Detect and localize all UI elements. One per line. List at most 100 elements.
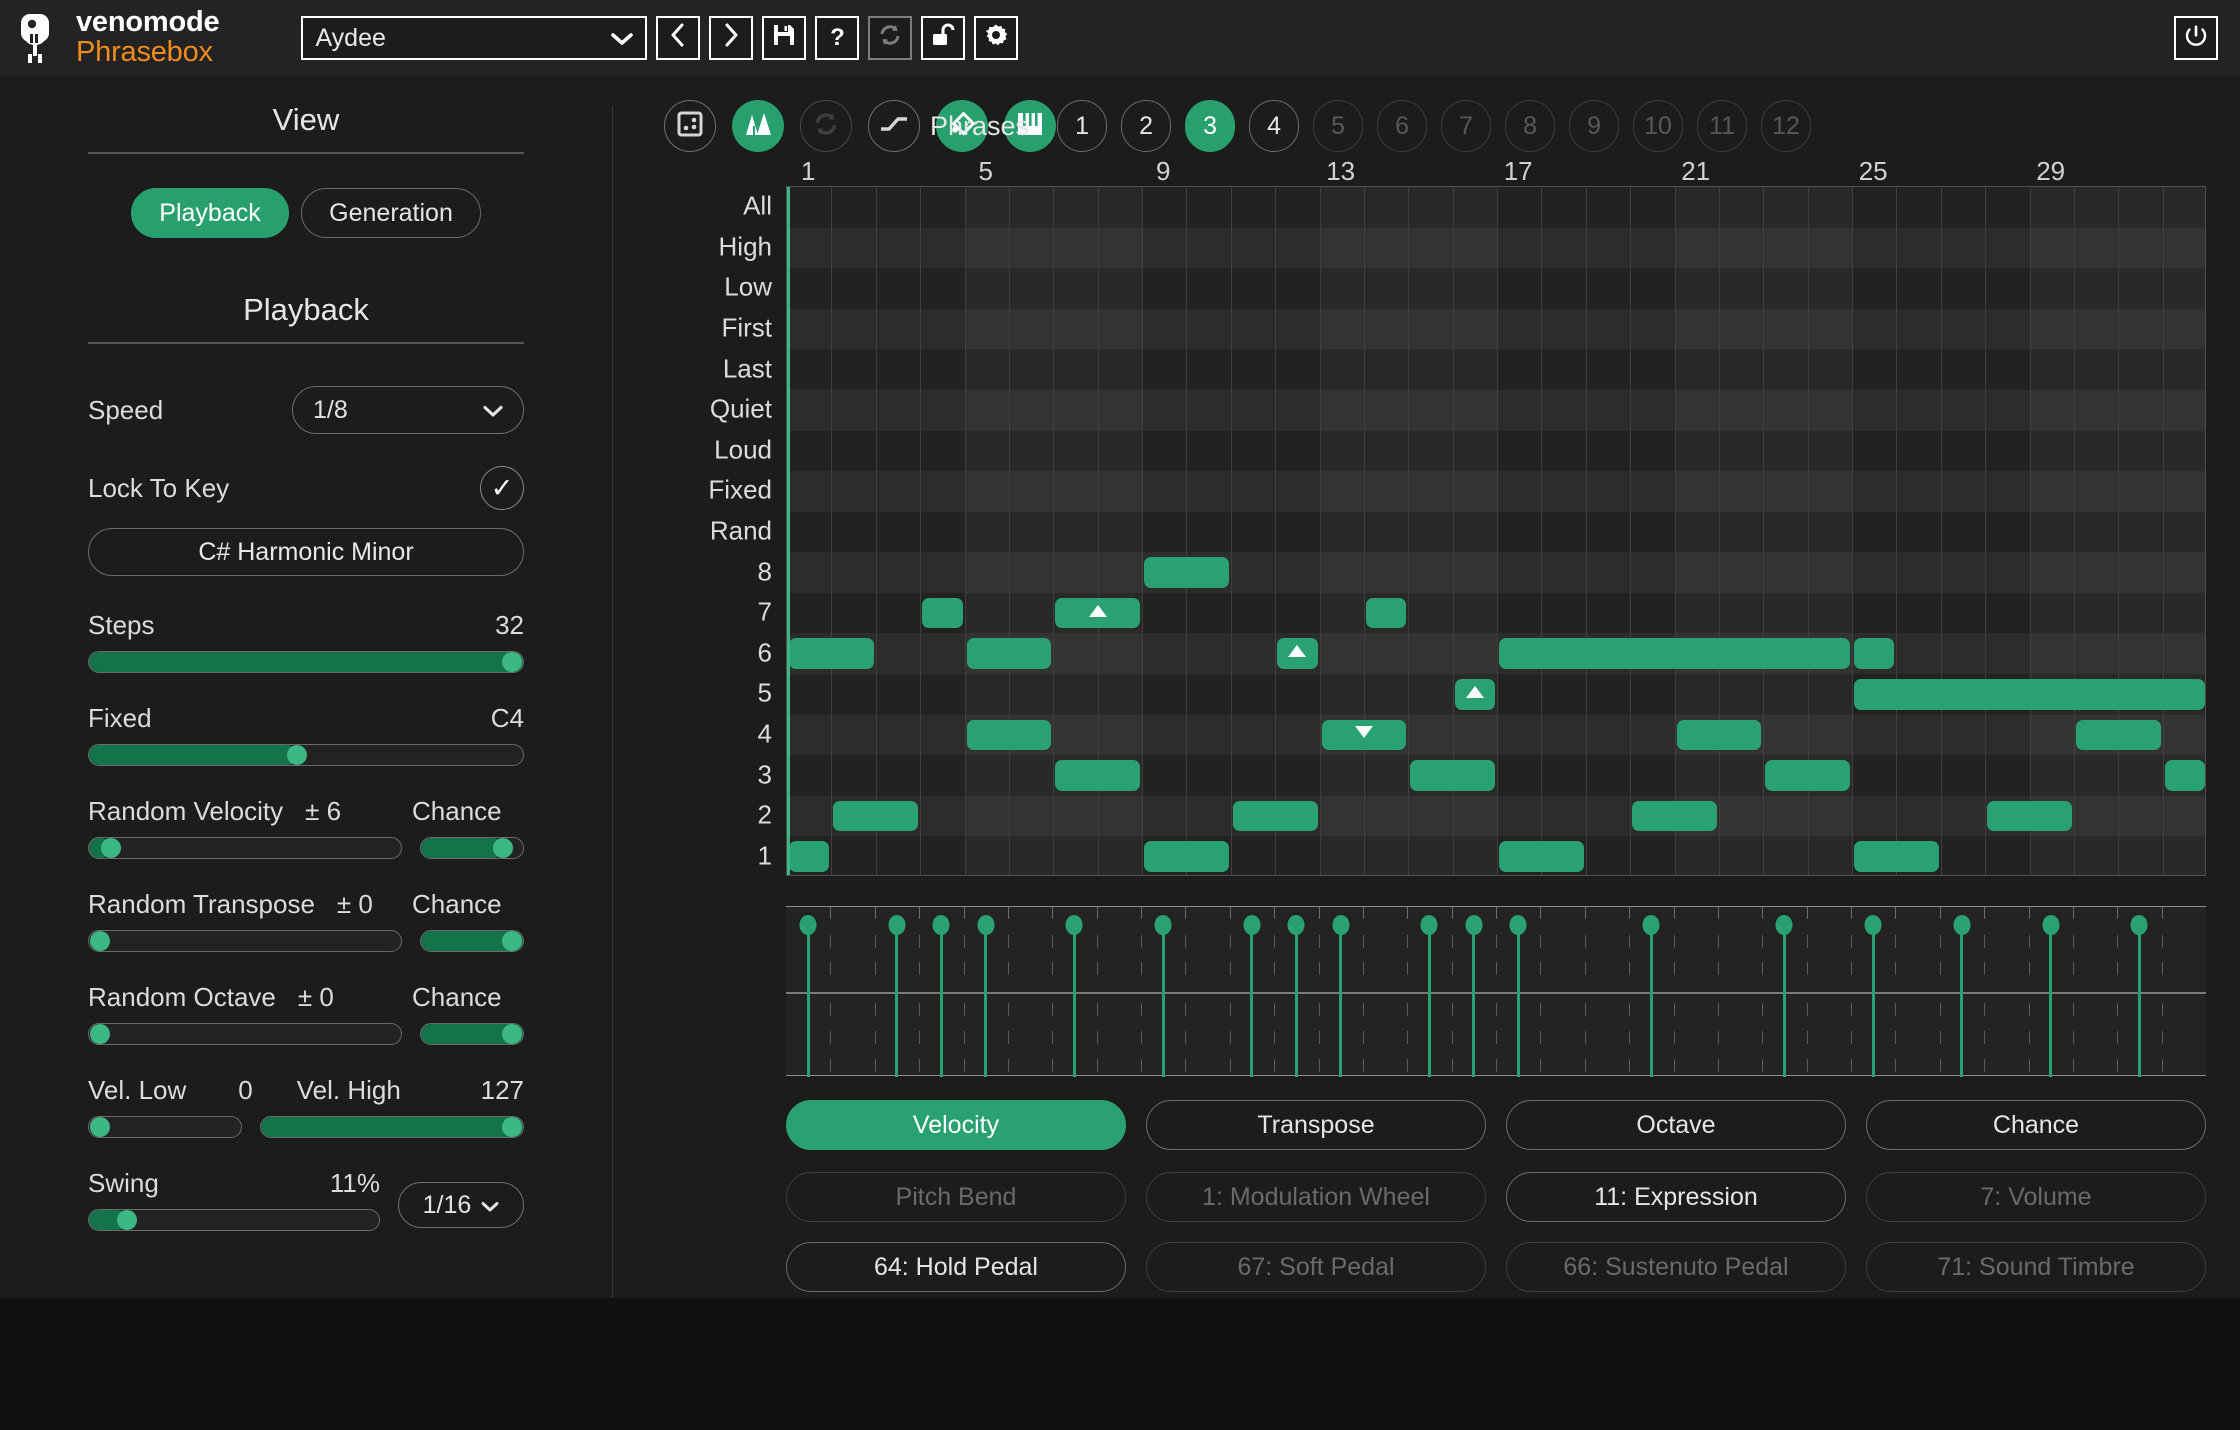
grid-note[interactable] — [1765, 760, 1850, 791]
random-velocity-slider[interactable] — [88, 837, 402, 859]
grid-note[interactable] — [1499, 638, 1850, 669]
grid-note[interactable] — [967, 720, 1052, 751]
velocity-stem[interactable] — [1428, 919, 1431, 1077]
cc-pitch-bend[interactable]: Pitch Bend — [786, 1172, 1126, 1222]
power-button[interactable] — [2174, 16, 2218, 60]
velocity-stem[interactable] — [2138, 919, 2141, 1077]
grid-note[interactable] — [1233, 801, 1318, 832]
random-velocity-chance-slider[interactable] — [420, 837, 524, 859]
grid-note[interactable] — [789, 638, 874, 669]
grid-note[interactable] — [1854, 679, 2205, 710]
grid-note[interactable] — [967, 638, 1052, 669]
save-preset-button[interactable] — [762, 16, 806, 60]
velocity-stem[interactable] — [984, 919, 987, 1077]
swing-slider[interactable] — [88, 1209, 380, 1231]
velocity-stem[interactable] — [1162, 919, 1165, 1077]
grid-note[interactable] — [1144, 841, 1229, 872]
velocity-stem[interactable] — [1517, 919, 1520, 1077]
phrase-button-7[interactable]: 7 — [1441, 100, 1491, 152]
velocity-stem[interactable] — [807, 919, 810, 1077]
grid-note[interactable] — [2076, 720, 2161, 751]
grid-note[interactable] — [1632, 801, 1717, 832]
lock-to-key-checkbox[interactable]: ✓ — [480, 466, 524, 510]
help-button[interactable]: ? — [815, 16, 859, 60]
velocity-stem[interactable] — [1339, 919, 1342, 1077]
velocity-stem-head[interactable] — [1332, 915, 1349, 935]
grid-note[interactable] — [1277, 638, 1317, 669]
velocity-stem-head[interactable] — [1243, 915, 1260, 935]
grid-note[interactable] — [1677, 720, 1762, 751]
phrase-button-8[interactable]: 8 — [1505, 100, 1555, 152]
velocity-stem-head[interactable] — [2042, 915, 2059, 935]
velocity-stem[interactable] — [2049, 919, 2052, 1077]
velocity-stem[interactable] — [1960, 919, 1963, 1077]
velocity-stem-head[interactable] — [800, 915, 817, 935]
lane-tab-octave[interactable]: Octave — [1506, 1100, 1846, 1150]
velocity-stem[interactable] — [940, 919, 943, 1077]
phrase-button-12[interactable]: 12 — [1761, 100, 1811, 152]
grid-note[interactable] — [1854, 638, 1894, 669]
lane-tab-velocity[interactable]: Velocity — [786, 1100, 1126, 1150]
phrase-button-1[interactable]: 1 — [1057, 100, 1107, 152]
sync-button[interactable] — [800, 100, 852, 152]
grid-note[interactable] — [1455, 679, 1495, 710]
tab-generation[interactable]: Generation — [301, 188, 481, 238]
grid-note[interactable] — [1055, 598, 1140, 629]
random-octave-chance-slider[interactable] — [420, 1023, 524, 1045]
cc-volume[interactable]: 7: Volume — [1866, 1172, 2206, 1222]
generate-peaks-button[interactable] — [732, 100, 784, 152]
velocity-stem[interactable] — [1073, 919, 1076, 1077]
key-selector-button[interactable]: C# Harmonic Minor — [88, 528, 524, 576]
grid-note[interactable] — [1322, 720, 1407, 751]
fixed-slider[interactable] — [88, 744, 524, 766]
cc-sustenuto-pedal[interactable]: 66: Sustenuto Pedal — [1506, 1242, 1846, 1292]
velocity-stem[interactable] — [895, 919, 898, 1077]
velocity-stem-head[interactable] — [888, 915, 905, 935]
phrase-button-5[interactable]: 5 — [1313, 100, 1363, 152]
vel-high-slider[interactable] — [260, 1116, 524, 1138]
velocity-stem-head[interactable] — [977, 915, 994, 935]
phrase-button-11[interactable]: 11 — [1697, 100, 1747, 152]
prev-preset-button[interactable] — [656, 16, 700, 60]
velocity-stem-head[interactable] — [1465, 915, 1482, 935]
velocity-stem-head[interactable] — [1066, 915, 1083, 935]
grid-note[interactable] — [922, 598, 962, 629]
velocity-stem[interactable] — [1250, 919, 1253, 1077]
phrase-button-2[interactable]: 2 — [1121, 100, 1171, 152]
velocity-lane[interactable] — [786, 906, 2206, 1076]
next-preset-button[interactable] — [709, 16, 753, 60]
velocity-stem[interactable] — [1650, 919, 1653, 1077]
grid-note[interactable] — [833, 801, 918, 832]
velocity-stem-head[interactable] — [2131, 915, 2148, 935]
grid-note[interactable] — [1854, 841, 1939, 872]
lock-button[interactable] — [921, 16, 965, 60]
cc-modulation-wheel[interactable]: 1: Modulation Wheel — [1146, 1172, 1486, 1222]
phrase-button-6[interactable]: 6 — [1377, 100, 1427, 152]
phrase-button-4[interactable]: 4 — [1249, 100, 1299, 152]
velocity-stem-head[interactable] — [1865, 915, 1882, 935]
grid-note[interactable] — [1987, 801, 2072, 832]
velocity-stem-head[interactable] — [1288, 915, 1305, 935]
velocity-stem-head[interactable] — [1155, 915, 1172, 935]
velocity-stem-head[interactable] — [1953, 915, 1970, 935]
grid-note[interactable] — [789, 841, 829, 872]
velocity-stem[interactable] — [1295, 919, 1298, 1077]
settings-button[interactable] — [974, 16, 1018, 60]
glide-ramp-button[interactable] — [868, 100, 920, 152]
velocity-stem-head[interactable] — [1643, 915, 1660, 935]
phrase-button-9[interactable]: 9 — [1569, 100, 1619, 152]
random-transpose-chance-slider[interactable] — [420, 930, 524, 952]
speed-select[interactable]: 1/8 — [292, 386, 524, 434]
phrase-button-3[interactable]: 3 — [1185, 100, 1235, 152]
swing-division-select[interactable]: 1/16 — [398, 1182, 524, 1228]
random-transpose-slider[interactable] — [88, 930, 402, 952]
cc-hold-pedal[interactable]: 64: Hold Pedal — [786, 1242, 1126, 1292]
velocity-stem-head[interactable] — [1776, 915, 1793, 935]
random-octave-slider[interactable] — [88, 1023, 402, 1045]
lane-tab-transpose[interactable]: Transpose — [1146, 1100, 1486, 1150]
grid-note[interactable] — [2165, 760, 2205, 791]
cc-soft-pedal[interactable]: 67: Soft Pedal — [1146, 1242, 1486, 1292]
grid-note[interactable] — [1144, 557, 1229, 588]
velocity-stem[interactable] — [1872, 919, 1875, 1077]
preset-select[interactable]: Aydee — [301, 16, 647, 60]
